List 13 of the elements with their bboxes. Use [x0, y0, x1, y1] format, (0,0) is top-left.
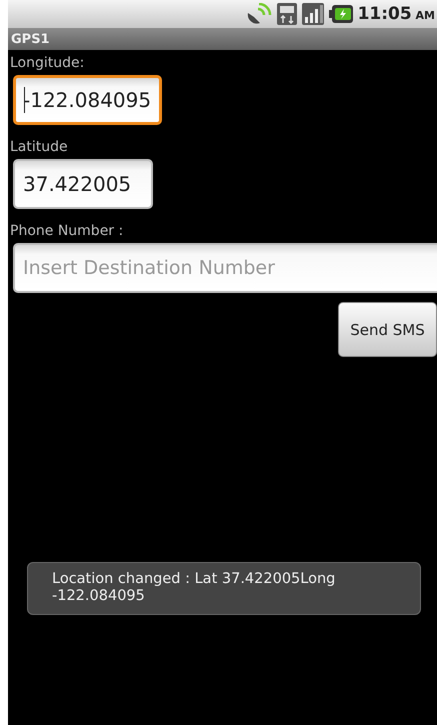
app-title: GPS1 — [11, 32, 50, 46]
input-field[interactable]: 37.422005 — [13, 159, 153, 209]
field-label: Phone Number : — [10, 223, 124, 239]
input-field[interactable]: -122.084095 — [13, 75, 162, 125]
signal-bars-icon — [302, 3, 324, 25]
field-label: Latitude — [10, 139, 68, 155]
send-sms-button[interactable]: Send SMS — [338, 302, 437, 357]
field-label: Longitude: — [10, 55, 84, 71]
clock-text: 11:05 AM — [358, 4, 435, 24]
network-3g-icon — [276, 3, 297, 25]
battery-charging-icon — [328, 5, 353, 23]
gps-signal-icon — [246, 3, 272, 25]
toast-message: Location changed : Lat 37.422005Long -122.084095 — [27, 562, 421, 615]
